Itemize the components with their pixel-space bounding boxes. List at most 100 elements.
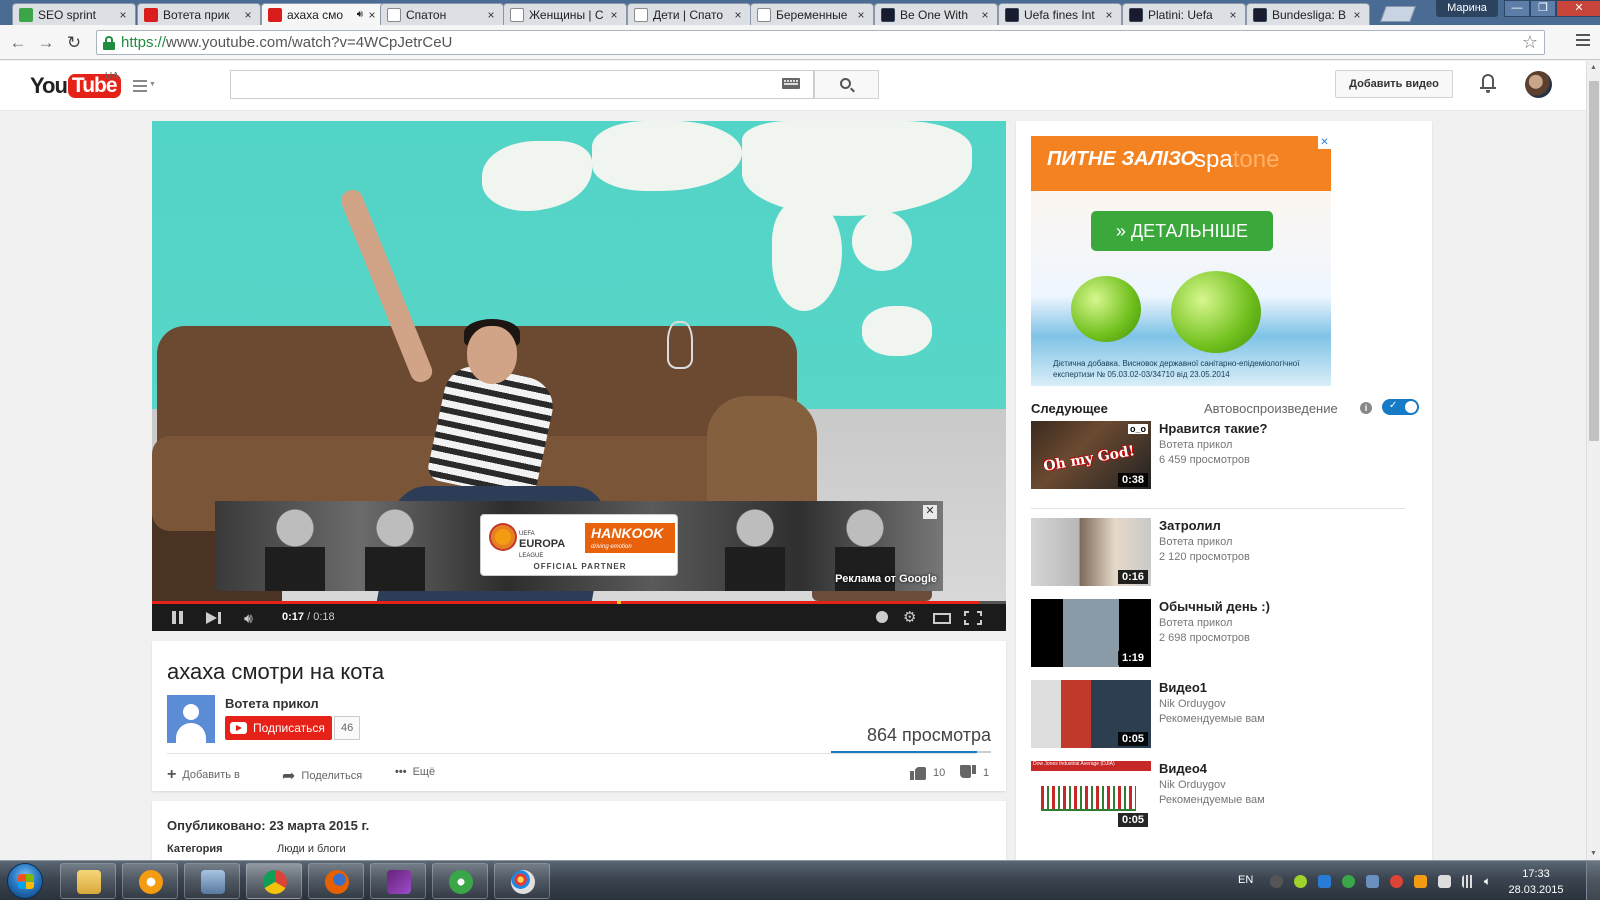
keyboard-icon[interactable]	[782, 78, 800, 89]
taskbar-app-button[interactable]	[60, 863, 116, 899]
video-thumbnail[interactable]: 0:05	[1031, 680, 1151, 748]
recommended-title[interactable]: Видео1	[1159, 680, 1207, 695]
url-text[interactable]: https://www.youtube.com/watch?v=4WCpJetr…	[121, 34, 452, 51]
browser-tab[interactable]: Беременные ×	[750, 3, 874, 25]
volume-icon[interactable]: 🔊︎	[244, 611, 266, 625]
recommended-video[interactable]: 0:05 Видео1 Nik Orduygov Рекомендуемые вам	[1031, 680, 1421, 748]
video-player[interactable]: UEFA EUROPA LEAGUE HANKOOK driving emotion …	[152, 121, 1006, 631]
tab-close-icon[interactable]: ×	[979, 8, 991, 22]
close-window-button[interactable]: ✕	[1556, 0, 1600, 17]
signal-icon[interactable]	[1462, 875, 1475, 888]
add-to-button[interactable]: + Добавить в	[167, 766, 240, 784]
taskbar-app-button[interactable]	[370, 863, 426, 899]
recommended-video[interactable]: Dow Jones Industrial Average (DJIA) 0:05 В…	[1031, 761, 1421, 829]
recommended-title[interactable]: Видео4	[1159, 761, 1207, 776]
account-avatar[interactable]	[1525, 71, 1552, 98]
settings-gear-icon[interactable]: ⚙	[903, 610, 917, 625]
video-thumbnail[interactable]: Oh my God! o_o 0:38	[1031, 421, 1151, 489]
fullscreen-icon[interactable]	[964, 611, 982, 625]
speaker-icon[interactable]: 🔈︎	[1484, 875, 1497, 888]
address-bar[interactable]: https://www.youtube.com/watch?v=4WCpJetr…	[96, 30, 1545, 55]
taskbar-app-button[interactable]	[246, 863, 302, 899]
category-value[interactable]: Люди и блоги	[277, 843, 346, 855]
scrollbar-thumb[interactable]	[1589, 81, 1599, 441]
browser-menu-icon[interactable]	[1576, 34, 1590, 49]
maximize-button[interactable]: ❐	[1530, 0, 1556, 17]
recommended-title[interactable]: Затролил	[1159, 518, 1221, 533]
profile-name[interactable]: Марина	[1436, 0, 1498, 17]
browser-tab[interactable]: Дети | Спато ×	[627, 3, 751, 25]
tab-close-icon[interactable]: ×	[366, 8, 378, 22]
scroll-down-icon[interactable]: ▼	[1590, 850, 1597, 857]
recommended-title[interactable]: Нравится такие?	[1159, 421, 1267, 436]
back-button[interactable]: ←	[8, 33, 28, 53]
scroll-up-icon[interactable]: ▲	[1590, 64, 1597, 71]
browser-tab[interactable]: Platini: Uefa ×	[1122, 3, 1246, 25]
taskbar-app-button[interactable]	[308, 863, 364, 899]
speaker-icon[interactable]: 🔊︎	[357, 9, 363, 20]
browser-tab[interactable]: SEO sprint ×	[12, 3, 136, 25]
rss-icon[interactable]	[1414, 875, 1427, 888]
adchoices-icon[interactable]: ✕	[1318, 136, 1331, 149]
tab-close-icon[interactable]: ×	[1103, 8, 1115, 22]
guide-menu-icon[interactable]	[133, 80, 147, 95]
input-language[interactable]: EN	[1238, 874, 1253, 886]
browser-tab[interactable]: Спатон ×	[380, 3, 504, 25]
autoplay-toggle[interactable]: ✓	[1382, 399, 1419, 415]
tab-close-icon[interactable]: ×	[242, 8, 254, 22]
tab-close-icon[interactable]: ×	[732, 8, 744, 22]
sidebar-ad[interactable]: ПИТНЕ ЗАЛІЗО spatone » ДЕТАЛЬНІШЕ Дієтич…	[1031, 136, 1331, 386]
ads-by-google-label[interactable]: Реклама от Google	[835, 573, 937, 585]
recommended-video[interactable]: 0:16 Затролил Вотета прикол 2 120 просмотро…	[1031, 518, 1421, 586]
more-button[interactable]: ••• Ещё	[395, 766, 435, 778]
video-thumbnail[interactable]: 0:16	[1031, 518, 1151, 586]
forward-button[interactable]: →	[36, 33, 56, 53]
theater-mode-icon[interactable]	[933, 613, 951, 624]
video-thumbnail[interactable]: Dow Jones Industrial Average (DJIA) 0:05	[1031, 761, 1151, 829]
ad-cta-button[interactable]: » ДЕТАЛЬНІШЕ	[1091, 211, 1273, 251]
watch-later-icon[interactable]	[876, 611, 888, 623]
tab-close-icon[interactable]: ×	[608, 8, 620, 22]
upload-button[interactable]: Добавить видео	[1335, 70, 1453, 98]
channel-avatar[interactable]	[167, 695, 215, 743]
video-thumbnail[interactable]: 1:19	[1031, 599, 1151, 667]
info-icon[interactable]: i	[1360, 402, 1372, 414]
display-icon[interactable]	[1366, 875, 1379, 888]
recommended-video[interactable]: Oh my God! o_o 0:38 Нравится такие? Вотета п…	[1031, 421, 1421, 489]
reload-button[interactable]: ↻	[64, 33, 84, 53]
network-share-icon[interactable]	[1318, 875, 1331, 888]
page-scrollbar[interactable]: ▲ ▼	[1586, 61, 1600, 860]
new-tab-button[interactable]	[1380, 6, 1416, 22]
overlay-ad[interactable]: UEFA EUROPA LEAGUE HANKOOK driving emotion …	[215, 501, 943, 591]
notification-area-icon[interactable]	[1270, 875, 1283, 888]
minimize-button[interactable]: —	[1504, 0, 1530, 17]
search-button[interactable]	[814, 70, 879, 99]
browser-tab[interactable]: Вотета прик ×	[137, 3, 261, 25]
subscribe-button[interactable]: Подписаться	[225, 716, 332, 740]
youtube-logo[interactable]: You Tube UA	[30, 71, 121, 101]
chrome-tray-icon[interactable]	[1390, 875, 1403, 888]
like-button[interactable]: 10	[910, 765, 945, 780]
browser-tab[interactable]: Bundesliga: B ×	[1246, 3, 1370, 25]
tab-close-icon[interactable]: ×	[117, 8, 129, 22]
taskbar-app-button[interactable]	[494, 863, 550, 899]
share-button[interactable]: ➦ Поделиться	[282, 766, 362, 786]
video-frame[interactable]: UEFA EUROPA LEAGUE HANKOOK driving emotion …	[152, 121, 1006, 601]
guide-caret-icon[interactable]: ▼	[149, 81, 156, 88]
show-desktop-button[interactable]	[1586, 861, 1600, 900]
taskbar-app-button[interactable]	[184, 863, 240, 899]
taskbar-app-button[interactable]	[122, 863, 178, 899]
recommended-title[interactable]: Обычный день :)	[1159, 599, 1270, 614]
bookmark-star-icon[interactable]: ☆	[1522, 32, 1538, 53]
system-clock[interactable]: 17:33 28.03.2015	[1508, 866, 1564, 898]
browser-tab[interactable]: Be One With ×	[874, 3, 998, 25]
pause-icon[interactable]	[172, 611, 184, 625]
utorrent-tray-icon[interactable]	[1342, 875, 1355, 888]
recommended-video[interactable]: 1:19 Обычный день :) Вотета прикол 2 698 пр…	[1031, 599, 1421, 667]
tab-close-icon[interactable]: ×	[1351, 8, 1363, 22]
browser-tab[interactable]: Женщины | С ×	[503, 3, 627, 25]
search-input[interactable]	[230, 70, 814, 99]
start-button[interactable]	[7, 863, 43, 899]
tab-close-icon[interactable]: ×	[1227, 8, 1239, 22]
ad-close-icon[interactable]: ✕	[923, 505, 937, 519]
